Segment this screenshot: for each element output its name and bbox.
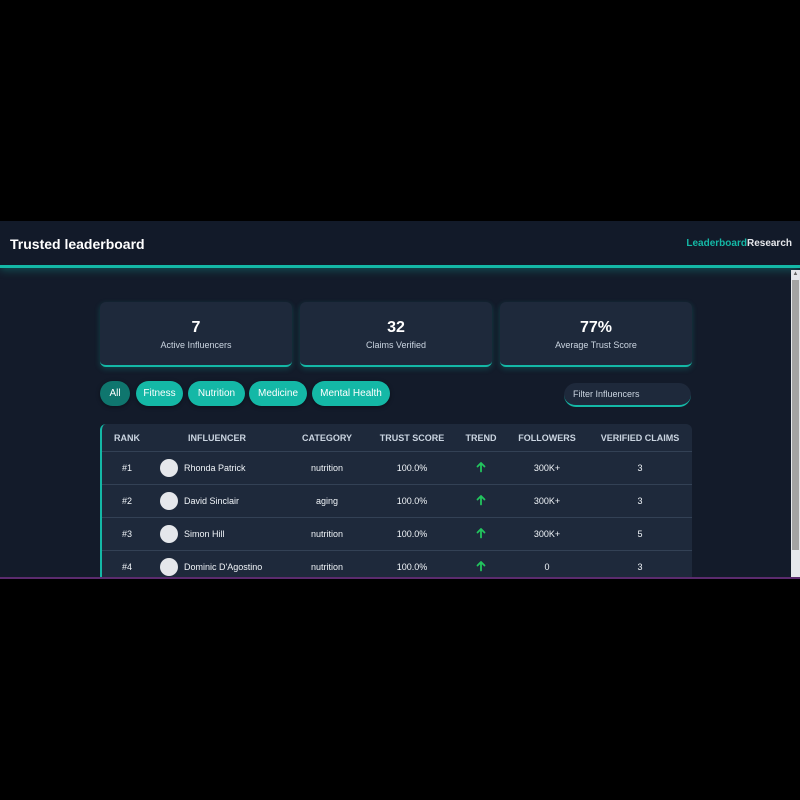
column-header-trend[interactable]: TREND [451, 433, 511, 443]
top-nav: LeaderboardResearch [686, 238, 792, 249]
column-header-influencer[interactable]: INFLUENCER [162, 433, 272, 443]
rank-cell: #4 [121, 562, 132, 572]
rank-cell: #2 [121, 496, 132, 506]
leaderboard-table: RANK INFLUENCER CATEGORY TRUST SCORE TRE… [100, 424, 692, 579]
app-title: Trusted leaderboard [10, 236, 145, 252]
category-cell: nutrition [310, 529, 344, 539]
table-row[interactable]: #3 nutrition 100.0% 300K+ 5 Simon Hill [102, 518, 692, 551]
stat-value: 7 [191, 319, 201, 336]
followers-cell: 0 [544, 562, 550, 572]
top-header: Trusted leaderboard LeaderboardResearch [0, 221, 800, 268]
verified-claims-cell: 3 [637, 463, 643, 473]
filter-chip-nutrition[interactable]: Nutrition [188, 381, 245, 406]
followers-cell: 300K+ [533, 463, 561, 473]
table-row[interactable]: #4 nutrition 100.0% 0 3 Dominic D'Agostino [102, 551, 692, 579]
stat-card-active-influencers: 7 Active Influencers [100, 302, 292, 367]
nav-leaderboard[interactable]: Leaderboard [686, 238, 747, 249]
table-header: RANK INFLUENCER CATEGORY TRUST SCORE TRE… [102, 424, 692, 452]
app-window: Trusted leaderboard LeaderboardResearch … [0, 221, 800, 579]
avatar [160, 459, 178, 477]
filter-chip-mental-health[interactable]: Mental Health [312, 381, 390, 406]
influencer-name[interactable]: Rhonda Patrick [184, 463, 246, 473]
influencer-name[interactable]: Dominic D'Agostino [184, 562, 262, 572]
column-header-verified-claims[interactable]: VERIFIED CLAIMS [590, 433, 690, 443]
rank-cell: #3 [121, 529, 132, 539]
trend-up-icon [476, 528, 486, 539]
avatar [160, 525, 178, 543]
stat-value: 32 [387, 319, 405, 336]
vertical-scrollbar[interactable]: ▲ [791, 270, 800, 577]
trust-score-cell: 100.0% [396, 529, 428, 539]
rank-cell: #1 [121, 463, 132, 473]
filter-influencers-input[interactable] [564, 383, 691, 407]
filter-chip-medicine[interactable]: Medicine [249, 381, 307, 406]
column-header-trust-score[interactable]: TRUST SCORE [372, 433, 452, 443]
table-row[interactable]: #2 aging 100.0% 300K+ 3 David Sinclair [102, 485, 692, 518]
category-cell: aging [315, 496, 339, 506]
trend-up-icon [476, 495, 486, 506]
followers-cell: 300K+ [533, 496, 561, 506]
trend-up-icon [476, 561, 486, 572]
trust-score-cell: 100.0% [396, 562, 428, 572]
category-cell: nutrition [310, 463, 344, 473]
influencer-name[interactable]: David Sinclair [184, 496, 239, 506]
column-header-rank[interactable]: RANK [102, 433, 152, 443]
trend-up-icon [476, 462, 486, 473]
trust-score-cell: 100.0% [396, 463, 428, 473]
column-header-category[interactable]: CATEGORY [287, 433, 367, 443]
stat-label: Average Trust Score [555, 340, 637, 350]
followers-cell: 300K+ [533, 529, 561, 539]
scroll-up-icon[interactable]: ▲ [792, 271, 799, 278]
stat-label: Active Influencers [160, 340, 232, 350]
stat-value: 77% [579, 319, 613, 336]
avatar [160, 492, 178, 510]
table-row[interactable]: #1 nutrition 100.0% 300K+ 3 Rhonda Patrick [102, 452, 692, 485]
verified-claims-cell: 5 [637, 529, 643, 539]
influencer-name[interactable]: Simon Hill [184, 529, 225, 539]
filter-chip-all[interactable]: All [100, 381, 130, 406]
verified-claims-cell: 3 [637, 562, 643, 572]
stat-label: Claims Verified [365, 340, 427, 350]
category-cell: nutrition [310, 562, 344, 572]
scroll-thumb[interactable] [792, 280, 799, 550]
trust-score-cell: 100.0% [396, 496, 428, 506]
nav-research[interactable]: Research [747, 238, 792, 249]
stat-card-average-trust-score: 77% Average Trust Score [500, 302, 692, 367]
column-header-followers[interactable]: FOLLOWERS [507, 433, 587, 443]
verified-claims-cell: 3 [637, 496, 643, 506]
stat-card-claims-verified: 32 Claims Verified [300, 302, 492, 367]
avatar [160, 558, 178, 576]
filter-chip-fitness[interactable]: Fitness [136, 381, 183, 406]
